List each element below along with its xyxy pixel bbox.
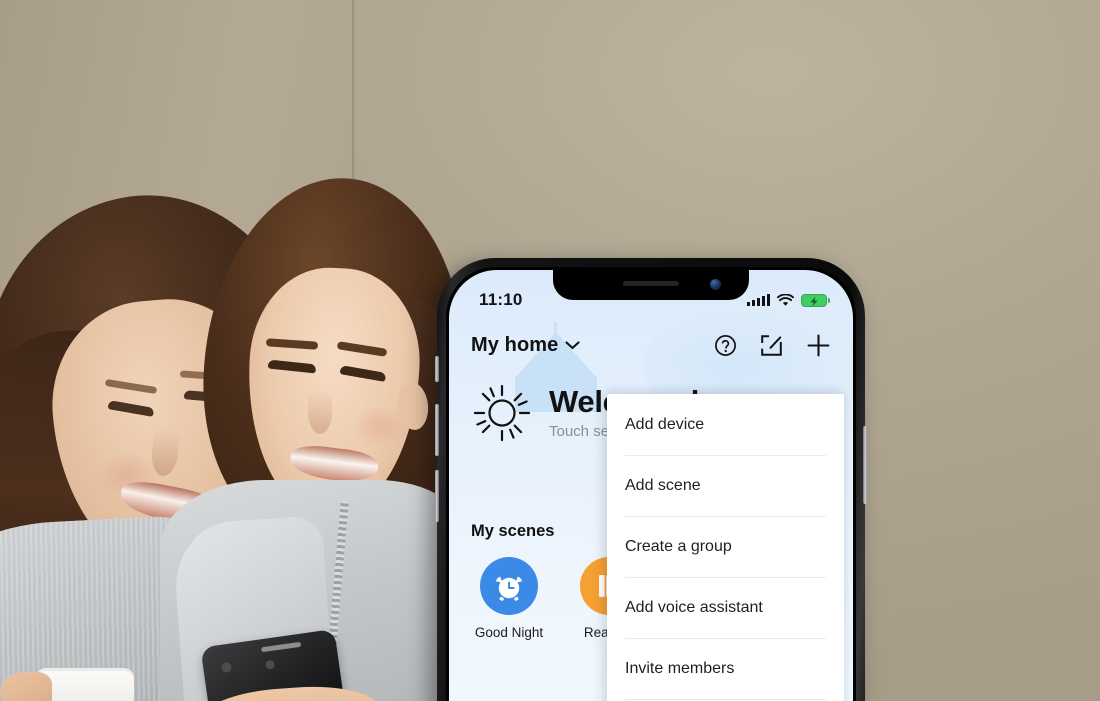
woman-right-nose — [308, 390, 332, 434]
phone-bezel: 11:10 My home Touch My scenes Good Night… — [446, 267, 856, 701]
held-phone-speaker — [260, 641, 302, 653]
chevron-down-icon — [565, 340, 580, 349]
volume-up-button[interactable] — [435, 404, 439, 456]
home-name-label: My home — [471, 333, 559, 356]
status-bar: 11:10 — [449, 270, 853, 316]
scene-icon-wrap — [480, 557, 538, 615]
menu-item-create-group[interactable]: Create a group — [607, 516, 844, 577]
signal-bars-icon — [747, 294, 770, 306]
home-selector[interactable]: My home — [471, 334, 580, 357]
volume-down-button[interactable] — [435, 470, 439, 522]
scan-icon[interactable] — [760, 334, 783, 357]
app-header: My home — [449, 316, 853, 374]
woman-right-cheek — [352, 405, 408, 447]
held-phone-camera — [220, 661, 233, 673]
scene-label: Good Night — [474, 625, 544, 640]
scene-good-night[interactable]: Good Night — [471, 557, 547, 640]
sun-icon — [473, 384, 531, 442]
menu-item-label: Invite members — [625, 659, 735, 677]
thumb-on-mug — [0, 672, 52, 701]
help-icon[interactable] — [714, 334, 737, 357]
menu-item-label: Add scene — [625, 476, 701, 494]
menu-item-add-device[interactable]: Add device — [607, 394, 844, 455]
add-dropdown-menu: Add device Add scene Create a group Add … — [607, 394, 844, 701]
header-icon-group — [714, 333, 831, 358]
phone-screen: 11:10 My home Touch My scenes Good Night… — [449, 270, 853, 701]
status-time: 11:10 — [479, 290, 523, 309]
mute-switch[interactable] — [435, 356, 439, 382]
menu-item-invite-members[interactable]: Invite members — [607, 638, 844, 699]
menu-item-label: Add device — [625, 415, 705, 433]
held-phone-sensor — [264, 659, 276, 670]
menu-item-add-voice-assistant[interactable]: Add voice assistant — [607, 577, 844, 638]
phone-mockup: 11:10 My home Touch My scenes Good Night… — [435, 258, 867, 701]
menu-item-label: Add voice assistant — [625, 598, 763, 616]
battery-charging-icon — [801, 293, 831, 307]
menu-item-label: Create a group — [625, 537, 732, 555]
alarm-clock-icon — [495, 576, 523, 601]
power-button[interactable] — [863, 426, 867, 504]
wifi-icon — [777, 293, 794, 306]
menu-item-add-scene[interactable]: Add scene — [607, 455, 844, 516]
plus-icon[interactable] — [806, 333, 831, 358]
status-indicators — [747, 293, 831, 307]
